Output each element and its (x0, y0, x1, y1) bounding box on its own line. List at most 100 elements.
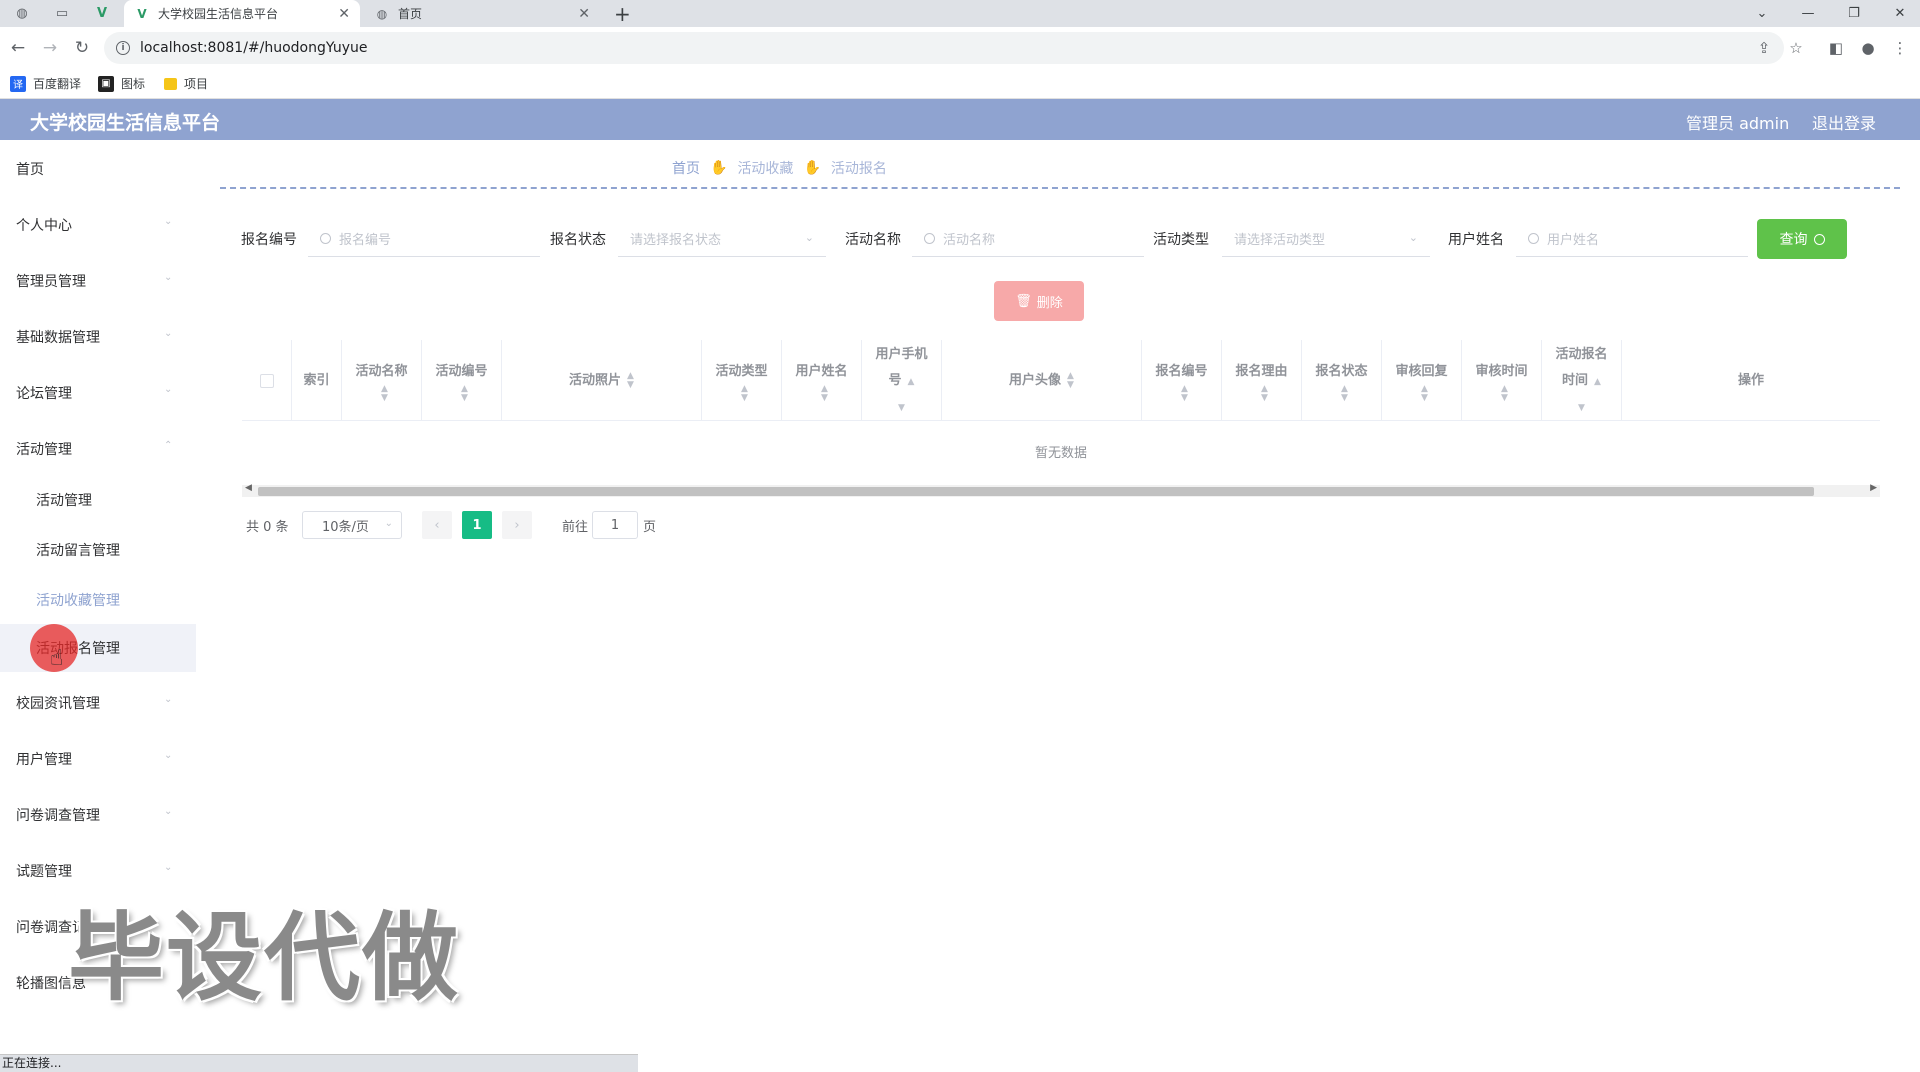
sort-icon[interactable]: ▲ ▼ (1341, 384, 1348, 403)
bookmark-label: 项目 (184, 77, 209, 91)
sidebar-subitem-activity-comments[interactable]: 活动留言管理 (0, 526, 196, 574)
sidebar-item-label: 活动管理 (36, 493, 92, 509)
close-window-icon[interactable]: ✕ (1880, 0, 1920, 27)
sort-icon[interactable]: ▲ ▼ (461, 384, 468, 403)
tab-search-icon[interactable]: ⌄ (1742, 0, 1782, 27)
page-size-select[interactable]: 10条/页 ⌄ (302, 511, 402, 539)
sidebar-item-label: 管理员管理 (16, 274, 86, 290)
col-label: 审核时间 (1475, 363, 1528, 379)
close-tab-icon[interactable]: ✕ (338, 6, 350, 22)
sidebar-subitem-activity-manage[interactable]: 活动管理 (0, 476, 196, 524)
sidebar-item-profile[interactable]: 个人中心 ⌄ (0, 204, 196, 244)
sidebar-item-surveys[interactable]: 问卷调查管理 ⌄ (0, 794, 196, 834)
col-review-time[interactable]: 审核时间 ▲ ▼ (1462, 340, 1542, 421)
col-label: 活动报名 (1555, 346, 1608, 362)
sidebar-item-home[interactable]: 首页 (0, 148, 196, 188)
col-signup-reason[interactable]: 报名理由 ▲ ▼ (1222, 340, 1302, 421)
next-page-button[interactable]: › (502, 511, 532, 539)
sidebar-item-users[interactable]: 用户管理 ⌄ (0, 738, 196, 778)
restore-icon[interactable]: ❐ (1834, 0, 1874, 27)
activity-type-select[interactable]: 请选择活动类型 ⌄ (1222, 221, 1430, 257)
sort-icon[interactable]: ▲ ▼ (1181, 384, 1188, 403)
profile-icon[interactable]: ● (1858, 38, 1878, 58)
select-all-checkbox[interactable] (259, 373, 274, 388)
col-review-reply[interactable]: 审核回复 ▲ ▼ (1382, 340, 1462, 421)
query-button[interactable]: 查询 (1757, 219, 1847, 259)
sort-icon[interactable]: ▲ ▼ (627, 371, 634, 390)
sidebar-item-basic-data[interactable]: 基础数据管理 ⌄ (0, 316, 196, 356)
bookmark-star-icon[interactable]: ☆ (1786, 38, 1806, 58)
bookmark-icons[interactable]: ▣ 图标 (98, 75, 145, 92)
sort-icon[interactable]: ▲ ▼ (1501, 384, 1508, 403)
col-user-avatar[interactable]: 用户头像 ▲ ▼ (942, 340, 1142, 421)
col-label: 用户头像 (1009, 372, 1062, 388)
scroll-right-icon[interactable]: ▶ (1870, 483, 1877, 493)
delete-button[interactable]: 🗑 删除 (994, 281, 1084, 321)
globe-icon[interactable]: ◍ (12, 4, 32, 22)
sidebar-item-forum[interactable]: 论坛管理 ⌄ (0, 372, 196, 412)
share-icon[interactable]: ⇪ (1754, 38, 1774, 58)
sort-icon[interactable]: ▲ ▼ (821, 384, 828, 403)
col-activity-no[interactable]: 活动编号 ▲ ▼ (422, 340, 502, 421)
goto-page-input[interactable]: 1 (592, 511, 638, 539)
sidebar-item-label: 个人中心 (16, 218, 72, 234)
minimize-icon[interactable]: — (1788, 0, 1828, 27)
url-input[interactable]: i localhost:8081/#/huodongYuyue (104, 32, 1784, 64)
breadcrumb-home[interactable]: 首页 (672, 158, 700, 178)
horizontal-scrollbar[interactable]: ◀ ▶ (242, 483, 1880, 497)
col-user-phone[interactable]: 用户手机号 ▲ ▼ (862, 340, 942, 421)
hand-cursor-icon: ☝ (50, 646, 64, 671)
col-signup-status[interactable]: 报名状态 ▲ ▼ (1302, 340, 1382, 421)
sort-icon[interactable]: ▲ ▼ (1067, 371, 1074, 390)
bookmark-baidu-translate[interactable]: 译 百度翻译 (10, 75, 81, 92)
sort-icon[interactable]: ▲ ▼ (1261, 384, 1268, 403)
col-actions: 操作 (1622, 340, 1880, 421)
scrollbar-thumb[interactable] (258, 487, 1814, 496)
sort-icon[interactable]: ▲ ▼ (381, 384, 388, 403)
query-button-label: 查询 (1779, 232, 1808, 248)
user-name-input[interactable]: 用户姓名 (1516, 221, 1748, 257)
search-label-signup-status: 报名状态 (550, 232, 606, 248)
vue-icon[interactable]: V (92, 4, 112, 22)
activity-name-input[interactable]: 活动名称 (912, 221, 1144, 257)
sidebar-item-campus-news[interactable]: 校园资讯管理 ⌄ (0, 682, 196, 722)
bookmark-projects[interactable]: 项目 (164, 75, 208, 92)
side-panel-icon[interactable]: ◧ (1826, 38, 1846, 58)
col-signup-time[interactable]: 活动报名 时间 ▲ ▼ (1542, 340, 1622, 421)
sort-icon[interactable]: ▲ ▼ (741, 384, 748, 403)
back-icon[interactable]: ← (6, 36, 30, 60)
scroll-left-icon[interactable]: ◀ (245, 483, 252, 493)
signup-no-input[interactable]: 报名编号 (308, 221, 540, 257)
breadcrumb: 首页 ✋ 活动收藏 ✋ 活动报名 (672, 158, 887, 178)
sidebar-subitem-activity-favorites[interactable]: 活动收藏管理 (0, 576, 196, 624)
close-tab-icon[interactable]: ✕ (578, 6, 590, 22)
sidebar-item-admins[interactable]: 管理员管理 ⌄ (0, 260, 196, 300)
col-label: 号 (888, 372, 902, 388)
blank-tab-icon[interactable]: ▭ (52, 4, 72, 22)
sort-icon[interactable]: ▲ ▼ (1421, 384, 1428, 403)
bookmark-label: 图标 (121, 77, 146, 91)
col-signup-no[interactable]: 报名编号 ▲ ▼ (1142, 340, 1222, 421)
menu-dots-icon[interactable]: ⋮ (1890, 38, 1910, 58)
reload-icon[interactable]: ↻ (70, 36, 94, 60)
url-text: localhost:8081/#/huodongYuyue (140, 40, 368, 56)
tab-home[interactable]: ◍ 首页 ✕ (364, 0, 600, 27)
site-info-icon[interactable]: i (116, 41, 130, 55)
page-number-current[interactable]: 1 (462, 511, 492, 539)
sidebar-item-label: 校园资讯管理 (16, 696, 100, 712)
col-activity-type[interactable]: 活动类型 ▲ ▼ (702, 340, 782, 421)
bookmarks-bar: 译 百度翻译 ▣ 图标 项目 (0, 69, 1920, 99)
tab-active[interactable]: V 大学校园生活信息平台 ✕ (124, 0, 360, 27)
col-activity-name[interactable]: 活动名称 ▲ ▼ (342, 340, 422, 421)
dashed-divider (220, 187, 1900, 189)
col-user-name[interactable]: 用户姓名 ▲ ▼ (782, 340, 862, 421)
prev-page-button[interactable]: ‹ (422, 511, 452, 539)
col-activity-photo[interactable]: 活动照片 ▲ ▼ (502, 340, 702, 421)
search-label-signup-no: 报名编号 (241, 232, 297, 248)
logout-link[interactable]: 退出登录 (1812, 110, 1876, 134)
signup-status-select[interactable]: 请选择报名状态 ⌄ (618, 221, 826, 257)
sidebar-item-activity[interactable]: 活动管理 ⌃ (0, 428, 196, 468)
forward-icon[interactable]: → (38, 36, 62, 60)
new-tab-button[interactable]: + (614, 2, 631, 26)
search-label-activity-name: 活动名称 (845, 232, 901, 248)
